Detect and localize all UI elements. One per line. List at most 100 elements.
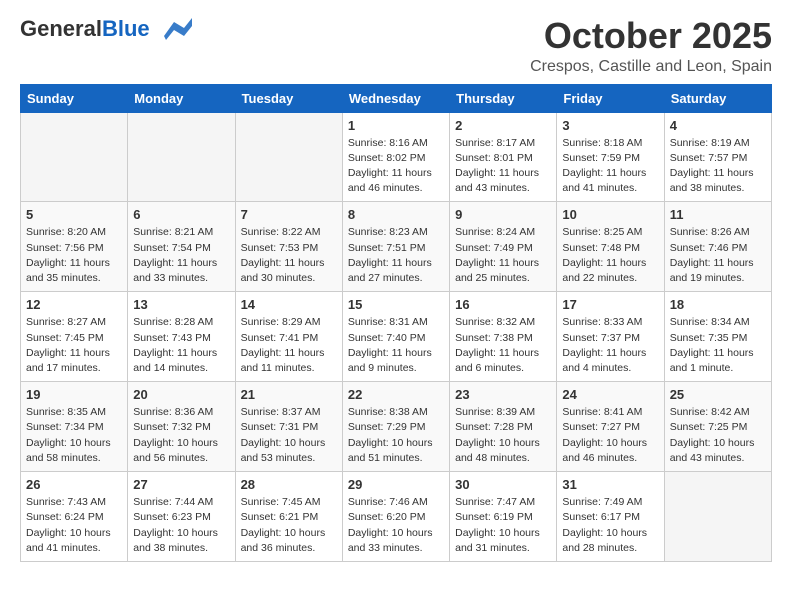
calendar-cell: 16Sunrise: 8:32 AM Sunset: 7:38 PM Dayli…	[450, 292, 557, 382]
day-number: 12	[26, 297, 122, 312]
day-info: Sunrise: 8:17 AM Sunset: 8:01 PM Dayligh…	[455, 136, 551, 197]
day-info: Sunrise: 8:41 AM Sunset: 7:27 PM Dayligh…	[562, 405, 658, 466]
day-info: Sunrise: 8:24 AM Sunset: 7:49 PM Dayligh…	[455, 225, 551, 286]
day-info: Sunrise: 7:43 AM Sunset: 6:24 PM Dayligh…	[26, 495, 122, 556]
day-number: 29	[348, 477, 444, 492]
calendar-cell	[128, 112, 235, 202]
day-header-thursday: Thursday	[450, 84, 557, 112]
day-info: Sunrise: 8:29 AM Sunset: 7:41 PM Dayligh…	[241, 315, 337, 376]
day-info: Sunrise: 8:34 AM Sunset: 7:35 PM Dayligh…	[670, 315, 766, 376]
calendar-cell: 24 Sunrise: 8:41 AM Sunset: 7:27 PM Dayli…	[557, 382, 664, 472]
calendar-cell: 15 Sunrise: 8:31 AM Sunset: 7:40 PM Dayli…	[342, 292, 449, 382]
day-info: Sunrise: 8:25 AM Sunset: 7:48 PM Dayligh…	[562, 225, 658, 286]
day-header-saturday: Saturday	[664, 84, 771, 112]
day-number: 4	[670, 118, 766, 133]
day-number: 14	[241, 297, 337, 312]
day-number: 3	[562, 118, 658, 133]
day-number: 22	[348, 387, 444, 402]
day-number: 1	[348, 118, 444, 133]
day-info: Sunrise: 8:19 AM Sunset: 7:57 PM Dayligh…	[670, 136, 766, 197]
calendar-cell: 5 Sunrise: 8:20 AM Sunset: 7:56 PM Daylig…	[21, 202, 128, 292]
day-number: 31	[562, 477, 658, 492]
day-number: 24	[562, 387, 658, 402]
calendar-cell: 30 Sunrise: 7:47 AM Sunset: 6:19 PM Dayli…	[450, 472, 557, 562]
day-info: Sunrise: 8:33 AM Sunset: 7:37 PM Dayligh…	[562, 315, 658, 376]
day-number: 17	[562, 297, 658, 312]
day-info: Sunrise: 8:26 AM Sunset: 7:46 PM Dayligh…	[670, 225, 766, 286]
day-number: 5	[26, 207, 122, 222]
calendar-cell	[235, 112, 342, 202]
logo-general: General	[20, 16, 102, 41]
day-info: Sunrise: 7:46 AM Sunset: 6:20 PM Dayligh…	[348, 495, 444, 556]
day-info: Sunrise: 8:39 AM Sunset: 7:28 PM Dayligh…	[455, 405, 551, 466]
calendar-cell: 27 Sunrise: 7:44 AM Sunset: 6:23 PM Dayli…	[128, 472, 235, 562]
day-number: 26	[26, 477, 122, 492]
calendar-cell: 26 Sunrise: 7:43 AM Sunset: 6:24 PM Dayli…	[21, 472, 128, 562]
calendar-cell: 18 Sunrise: 8:34 AM Sunset: 7:35 PM Dayli…	[664, 292, 771, 382]
calendar-cell: 21 Sunrise: 8:37 AM Sunset: 7:31 PM Dayli…	[235, 382, 342, 472]
day-number: 30	[455, 477, 551, 492]
day-info: Sunrise: 8:27 AM Sunset: 7:45 PM Dayligh…	[26, 315, 122, 376]
day-number: 25	[670, 387, 766, 402]
day-info: Sunrise: 8:20 AM Sunset: 7:56 PM Dayligh…	[26, 225, 122, 286]
day-number: 21	[241, 387, 337, 402]
day-number: 6	[133, 207, 229, 222]
calendar-cell: 20 Sunrise: 8:36 AM Sunset: 7:32 PM Dayli…	[128, 382, 235, 472]
day-number: 8	[348, 207, 444, 222]
logo: GeneralBlue	[20, 16, 192, 42]
day-header-sunday: Sunday	[21, 84, 128, 112]
day-info: Sunrise: 7:45 AM Sunset: 6:21 PM Dayligh…	[241, 495, 337, 556]
day-number: 23	[455, 387, 551, 402]
logo-blue: Blue	[102, 16, 150, 41]
calendar-cell: 3 Sunrise: 8:18 AM Sunset: 7:59 PM Daylig…	[557, 112, 664, 202]
calendar-cell: 29 Sunrise: 7:46 AM Sunset: 6:20 PM Dayli…	[342, 472, 449, 562]
day-number: 20	[133, 387, 229, 402]
calendar-cell: 22 Sunrise: 8:38 AM Sunset: 7:29 PM Dayli…	[342, 382, 449, 472]
day-number: 11	[670, 207, 766, 222]
day-info: Sunrise: 8:35 AM Sunset: 7:34 PM Dayligh…	[26, 405, 122, 466]
calendar-cell: 25Sunrise: 8:42 AM Sunset: 7:25 PM Dayli…	[664, 382, 771, 472]
day-number: 18	[670, 297, 766, 312]
day-header-friday: Friday	[557, 84, 664, 112]
calendar-cell: 23 Sunrise: 8:39 AM Sunset: 7:28 PM Dayli…	[450, 382, 557, 472]
calendar-cell: 14 Sunrise: 8:29 AM Sunset: 7:41 PM Dayli…	[235, 292, 342, 382]
calendar-cell: 8 Sunrise: 8:23 AM Sunset: 7:51 PM Daylig…	[342, 202, 449, 292]
day-info: Sunrise: 8:18 AM Sunset: 7:59 PM Dayligh…	[562, 136, 658, 197]
day-number: 19	[26, 387, 122, 402]
month-title: October 2025	[530, 16, 772, 56]
calendar-cell: 12 Sunrise: 8:27 AM Sunset: 7:45 PM Dayli…	[21, 292, 128, 382]
day-info: Sunrise: 7:44 AM Sunset: 6:23 PM Dayligh…	[133, 495, 229, 556]
calendar-cell: 13 Sunrise: 8:28 AM Sunset: 7:43 PM Dayli…	[128, 292, 235, 382]
calendar-cell: 9 Sunrise: 8:24 AM Sunset: 7:49 PM Daylig…	[450, 202, 557, 292]
calendar-table: SundayMondayTuesdayWednesdayThursdayFrid…	[20, 84, 772, 562]
day-header-wednesday: Wednesday	[342, 84, 449, 112]
day-number: 7	[241, 207, 337, 222]
day-number: 15	[348, 297, 444, 312]
title-area: October 2025 Crespos, Castille and Leon,…	[530, 16, 772, 76]
day-number: 10	[562, 207, 658, 222]
calendar-cell: 11 Sunrise: 8:26 AM Sunset: 7:46 PM Dayli…	[664, 202, 771, 292]
calendar-cell: 17 Sunrise: 8:33 AM Sunset: 7:37 PM Dayli…	[557, 292, 664, 382]
day-info: Sunrise: 8:28 AM Sunset: 7:43 PM Dayligh…	[133, 315, 229, 376]
day-number: 27	[133, 477, 229, 492]
day-number: 28	[241, 477, 337, 492]
day-info: Sunrise: 8:36 AM Sunset: 7:32 PM Dayligh…	[133, 405, 229, 466]
calendar-cell: 7 Sunrise: 8:22 AM Sunset: 7:53 PM Daylig…	[235, 202, 342, 292]
day-info: Sunrise: 8:31 AM Sunset: 7:40 PM Dayligh…	[348, 315, 444, 376]
calendar-cell: 31 Sunrise: 7:49 AM Sunset: 6:17 PM Dayli…	[557, 472, 664, 562]
day-number: 13	[133, 297, 229, 312]
day-number: 9	[455, 207, 551, 222]
calendar-cell: 28 Sunrise: 7:45 AM Sunset: 6:21 PM Dayli…	[235, 472, 342, 562]
calendar-cell: 6 Sunrise: 8:21 AM Sunset: 7:54 PM Daylig…	[128, 202, 235, 292]
calendar-cell	[664, 472, 771, 562]
day-info: Sunrise: 8:21 AM Sunset: 7:54 PM Dayligh…	[133, 225, 229, 286]
day-info: Sunrise: 7:49 AM Sunset: 6:17 PM Dayligh…	[562, 495, 658, 556]
day-info: Sunrise: 8:38 AM Sunset: 7:29 PM Dayligh…	[348, 405, 444, 466]
day-info: Sunrise: 8:37 AM Sunset: 7:31 PM Dayligh…	[241, 405, 337, 466]
day-info: Sunrise: 8:22 AM Sunset: 7:53 PM Dayligh…	[241, 225, 337, 286]
day-info: Sunrise: 8:16 AM Sunset: 8:02 PM Dayligh…	[348, 136, 444, 197]
day-info: Sunrise: 8:23 AM Sunset: 7:51 PM Dayligh…	[348, 225, 444, 286]
day-info: Sunrise: 8:32 AM Sunset: 7:38 PM Dayligh…	[455, 315, 551, 376]
calendar-cell: 2Sunrise: 8:17 AM Sunset: 8:01 PM Daylig…	[450, 112, 557, 202]
day-info: Sunrise: 7:47 AM Sunset: 6:19 PM Dayligh…	[455, 495, 551, 556]
